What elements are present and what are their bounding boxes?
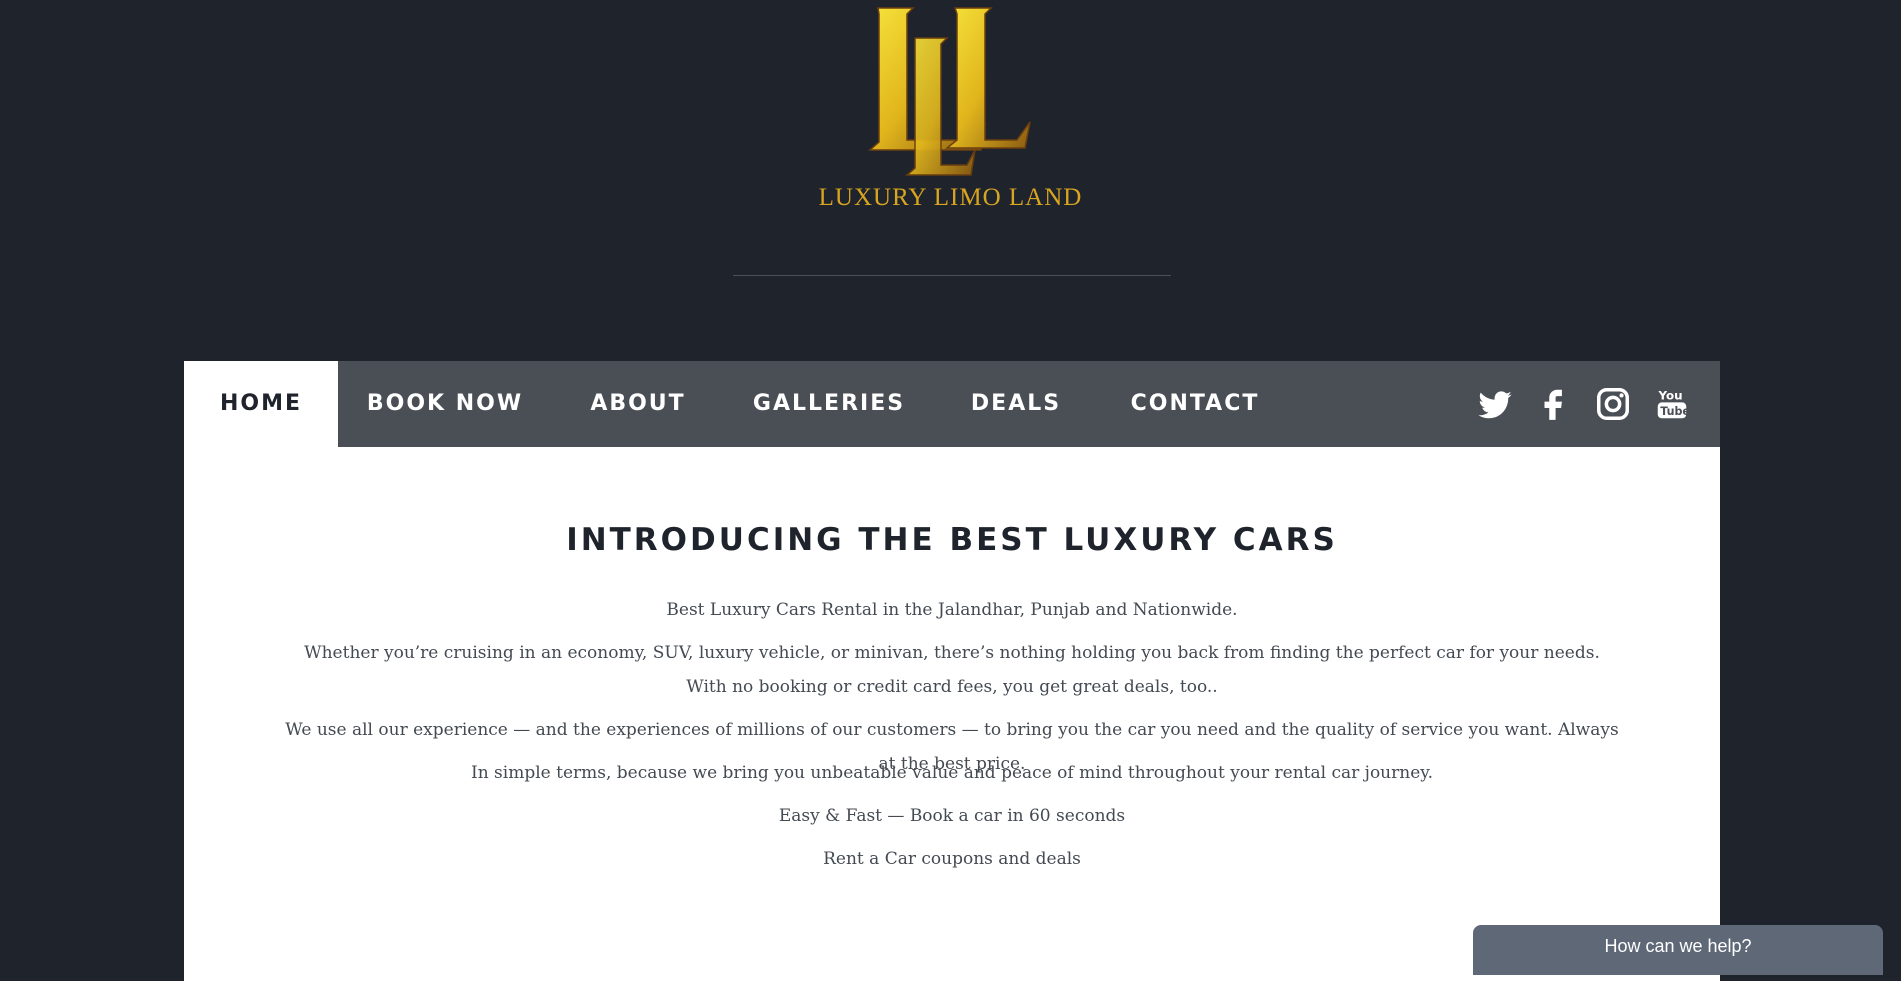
nav-contact[interactable]: CONTACT — [1098, 361, 1292, 447]
nav-deals[interactable]: DEALS — [934, 361, 1098, 447]
main-panel: HOME BOOK NOW ABOUT GALLERIES DEALS CONT… — [184, 361, 1720, 981]
instagram-icon[interactable] — [1594, 385, 1632, 423]
site-header: LUXURY LIMO LAND — [0, 0, 1901, 225]
page-title: INTRODUCING THE BEST LUXURY CARS — [566, 522, 1338, 558]
intro-paragraph: Rent a Car coupons and deals — [823, 849, 1081, 869]
twitter-icon[interactable] — [1476, 385, 1514, 423]
nav-book-now[interactable]: BOOK NOW — [338, 361, 552, 447]
svg-text:Tube: Tube — [1660, 405, 1690, 418]
youtube-icon[interactable]: You Tube — [1653, 385, 1691, 423]
nav-galleries[interactable]: GALLERIES — [724, 361, 934, 447]
logo-monogram[interactable] — [855, 0, 1045, 180]
header-divider — [733, 275, 1171, 276]
svg-text:You: You — [1658, 388, 1683, 402]
intro-paragraph: Best Luxury Cars Rental in the Jalandhar… — [666, 600, 1238, 620]
main-navigation: HOME BOOK NOW ABOUT GALLERIES DEALS CONT… — [184, 361, 1720, 447]
facebook-icon[interactable] — [1535, 385, 1573, 423]
intro-paragraph: In simple terms, because we bring you un… — [470, 763, 1434, 783]
nav-home[interactable]: HOME — [184, 361, 338, 447]
chat-widget-button[interactable]: How can we help? — [1473, 925, 1883, 975]
brand-name: LUXURY LIMO LAND — [818, 184, 1083, 211]
intro-paragraph: Easy & Fast — Book a car in 60 seconds — [778, 806, 1126, 826]
nav-about[interactable]: ABOUT — [552, 361, 724, 447]
intro-paragraph: Whether you’re cruising in an economy, S… — [304, 643, 1600, 697]
